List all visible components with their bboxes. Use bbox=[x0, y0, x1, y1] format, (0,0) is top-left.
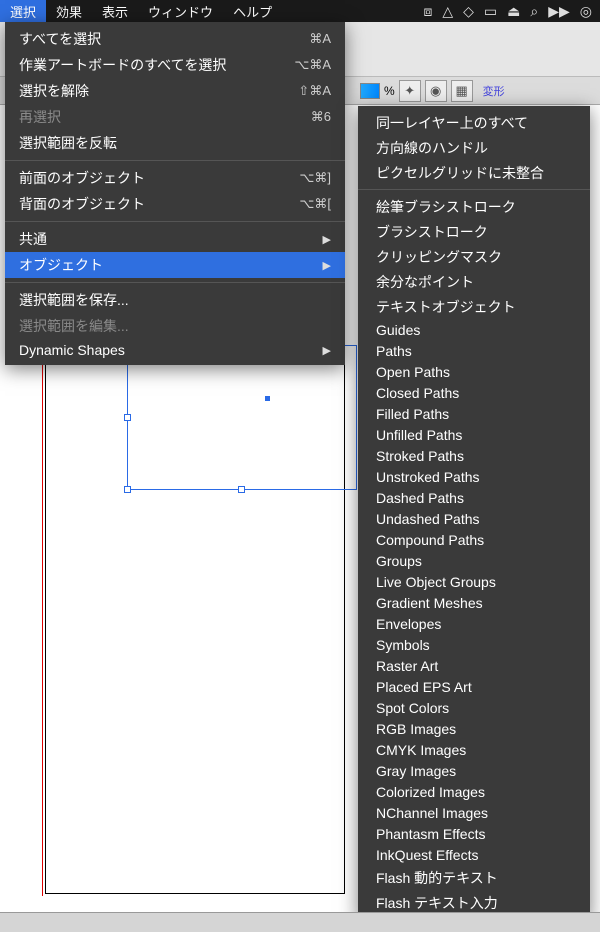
menu-item[interactable]: 選択範囲を保存... bbox=[5, 287, 345, 313]
percent-label: % bbox=[384, 84, 395, 98]
submenu-item[interactable]: Guides bbox=[358, 319, 590, 340]
menu-item[interactable]: Dynamic Shapes▶ bbox=[5, 339, 345, 361]
handle-ml[interactable] bbox=[124, 414, 131, 421]
menu-item[interactable]: 作業アートボードのすべてを選択⌥⌘A bbox=[5, 52, 345, 78]
submenu-item[interactable]: Spot Colors bbox=[358, 697, 590, 718]
menu-item: 再選択⌘6 bbox=[5, 104, 345, 130]
menu-item[interactable]: 選択範囲を反転 bbox=[5, 130, 345, 156]
submenu-item[interactable]: Open Paths bbox=[358, 361, 590, 382]
menu-window[interactable]: ウィンドウ bbox=[138, 0, 223, 22]
dropbox-icon[interactable]: ⧈ bbox=[423, 3, 432, 20]
gdrive-icon[interactable]: △ bbox=[442, 3, 453, 20]
evernote-icon[interactable]: ◇ bbox=[463, 3, 474, 20]
menu-help[interactable]: ヘルプ bbox=[223, 0, 282, 22]
submenu-item[interactable]: Raster Art bbox=[358, 655, 590, 676]
submenu-item[interactable]: Placed EPS Art bbox=[358, 676, 590, 697]
tool-icon[interactable]: ▭ bbox=[484, 3, 497, 20]
status-bar bbox=[0, 912, 600, 932]
submenu-item[interactable]: Closed Paths bbox=[358, 382, 590, 403]
submenu-item[interactable]: Dashed Paths bbox=[358, 487, 590, 508]
submenu-item[interactable]: InkQuest Effects bbox=[358, 844, 590, 865]
submenu-item[interactable]: CMYK Images bbox=[358, 739, 590, 760]
submenu-item[interactable]: Symbols bbox=[358, 634, 590, 655]
recolor-icon[interactable]: ◉ bbox=[425, 80, 447, 102]
wand-icon[interactable]: ✦ bbox=[399, 80, 421, 102]
opacity-swatch[interactable] bbox=[360, 83, 380, 99]
object-submenu: 同一レイヤー上のすべて方向線のハンドルピクセルグリッドに未整合絵筆ブラシストロー… bbox=[358, 106, 590, 919]
menu-view[interactable]: 表示 bbox=[92, 0, 138, 22]
submenu-item[interactable]: Unfilled Paths bbox=[358, 424, 590, 445]
submenu-item[interactable]: ブラシストローク bbox=[358, 219, 590, 244]
align-icon[interactable]: ▦ bbox=[451, 80, 473, 102]
target-icon[interactable]: ◎ bbox=[580, 3, 592, 20]
center-point bbox=[265, 396, 270, 401]
submenu-item[interactable]: Compound Paths bbox=[358, 529, 590, 550]
menu-item[interactable]: 背面のオブジェクト⌥⌘[ bbox=[5, 191, 345, 217]
submenu-item[interactable]: NChannel Images bbox=[358, 802, 590, 823]
submenu-item[interactable]: Undashed Paths bbox=[358, 508, 590, 529]
submenu-item[interactable]: Phantasm Effects bbox=[358, 823, 590, 844]
submenu-item[interactable]: Colorized Images bbox=[358, 781, 590, 802]
search-icon[interactable]: ⌕ bbox=[530, 3, 538, 20]
submenu-item[interactable]: RGB Images bbox=[358, 718, 590, 739]
lock-icon[interactable]: ⏏ bbox=[507, 3, 520, 20]
menu-item[interactable]: 共通▶ bbox=[5, 226, 345, 252]
submenu-item[interactable]: 方向線のハンドル bbox=[358, 135, 590, 160]
transform-label[interactable]: 変形 bbox=[483, 83, 505, 99]
menubar: 選択 効果 表示 ウィンドウ ヘルプ ⧈ △ ◇ ▭ ⏏ ⌕ ▶▶ ◎ bbox=[0, 0, 600, 22]
menu-item[interactable]: 選択を解除⇧⌘A bbox=[5, 78, 345, 104]
menu-effect[interactable]: 効果 bbox=[46, 0, 92, 22]
submenu-item[interactable]: Stroked Paths bbox=[358, 445, 590, 466]
handle-bl[interactable] bbox=[124, 486, 131, 493]
menu-item[interactable]: 前面のオブジェクト⌥⌘] bbox=[5, 165, 345, 191]
submenu-item[interactable]: 余分なポイント bbox=[358, 269, 590, 294]
menu-item[interactable]: オブジェクト▶ bbox=[5, 252, 345, 278]
submenu-item[interactable]: Envelopes bbox=[358, 613, 590, 634]
submenu-item[interactable]: Gradient Meshes bbox=[358, 592, 590, 613]
submenu-item[interactable]: Live Object Groups bbox=[358, 571, 590, 592]
menu-item[interactable]: すべてを選択⌘A bbox=[5, 26, 345, 52]
submenu-item[interactable]: Gray Images bbox=[358, 760, 590, 781]
selected-rect[interactable] bbox=[127, 345, 357, 490]
submenu-item[interactable]: 同一レイヤー上のすべて bbox=[358, 110, 590, 135]
submenu-item[interactable]: Filled Paths bbox=[358, 403, 590, 424]
submenu-item[interactable]: クリッピングマスク bbox=[358, 244, 590, 269]
system-tray: ⧈ △ ◇ ▭ ⏏ ⌕ ▶▶ ◎ bbox=[423, 3, 600, 20]
submenu-item[interactable]: 絵筆ブラシストローク bbox=[358, 194, 590, 219]
submenu-item[interactable]: Groups bbox=[358, 550, 590, 571]
handle-bm[interactable] bbox=[238, 486, 245, 493]
submenu-item[interactable]: ピクセルグリッドに未整合 bbox=[358, 160, 590, 185]
sync-icon[interactable]: ▶▶ bbox=[548, 3, 570, 20]
submenu-item[interactable]: Flash 動的テキスト bbox=[358, 865, 590, 890]
submenu-item[interactable]: Unstroked Paths bbox=[358, 466, 590, 487]
submenu-item[interactable]: Paths bbox=[358, 340, 590, 361]
menu-select[interactable]: 選択 bbox=[0, 0, 46, 22]
menu-item: 選択範囲を編集... bbox=[5, 313, 345, 339]
submenu-item[interactable]: テキストオブジェクト bbox=[358, 294, 590, 319]
select-menu-dropdown: すべてを選択⌘A作業アートボードのすべてを選択⌥⌘A選択を解除⇧⌘A再選択⌘6選… bbox=[5, 22, 345, 365]
